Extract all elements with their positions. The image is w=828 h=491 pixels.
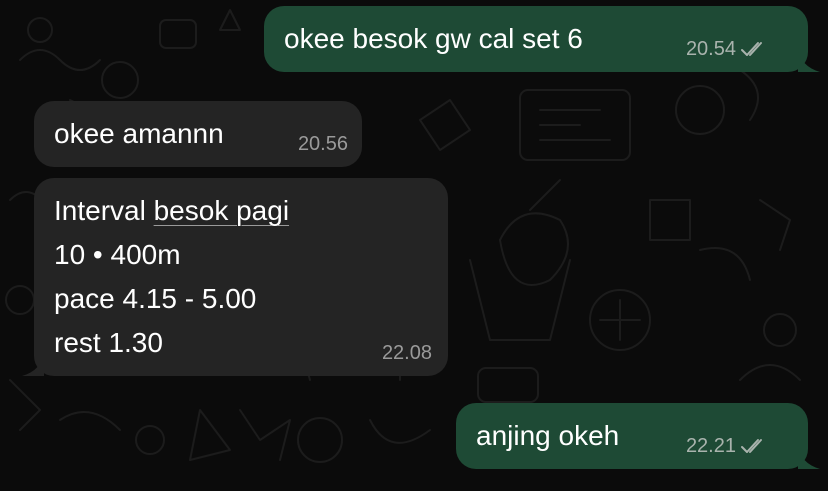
date-link[interactable]: besok pagi bbox=[154, 195, 289, 226]
bubble-tail bbox=[798, 48, 820, 72]
double-check-icon bbox=[741, 42, 762, 56]
message-time: 20.56 bbox=[297, 133, 348, 155]
message-text: okee besok gw cal set 6 bbox=[284, 23, 583, 54]
message-line: rest 1.30 bbox=[54, 327, 163, 358]
message-time: 22.21 bbox=[685, 435, 736, 457]
bubble-tail bbox=[798, 445, 820, 469]
message-text: anjing okeh bbox=[476, 420, 620, 451]
incoming-message[interactable]: okee amannn 20.56 bbox=[34, 101, 362, 167]
message-line: pace 4.15 - 5.00 bbox=[54, 283, 257, 314]
message-meta: 22.08 bbox=[382, 341, 432, 365]
message-line: Interval besok pagi bbox=[54, 189, 428, 233]
double-check-icon bbox=[741, 439, 762, 453]
message-text: Interval besok pagi 10 • 400m pace 4.15 … bbox=[54, 189, 428, 365]
incoming-message[interactable]: Interval besok pagi 10 • 400m pace 4.15 … bbox=[22, 178, 448, 376]
message-text: okee amannn bbox=[54, 118, 224, 149]
outgoing-message[interactable]: okee besok gw cal set 6 20.54 bbox=[264, 6, 820, 72]
bubble-tail bbox=[22, 352, 44, 376]
message-meta: 20.56 bbox=[298, 132, 348, 156]
outgoing-message[interactable]: anjing okeh 22.21 bbox=[456, 403, 820, 469]
message-meta: 20.54 bbox=[686, 37, 768, 61]
message-list[interactable]: okee besok gw cal set 6 20.54 okee amann… bbox=[0, 0, 828, 491]
message-line: 10 • 400m bbox=[54, 239, 181, 270]
message-time: 20.54 bbox=[685, 38, 736, 60]
message-time: 22.08 bbox=[381, 342, 432, 364]
message-line-prefix: Interval bbox=[54, 195, 154, 226]
message-meta: 22.21 bbox=[686, 434, 768, 458]
